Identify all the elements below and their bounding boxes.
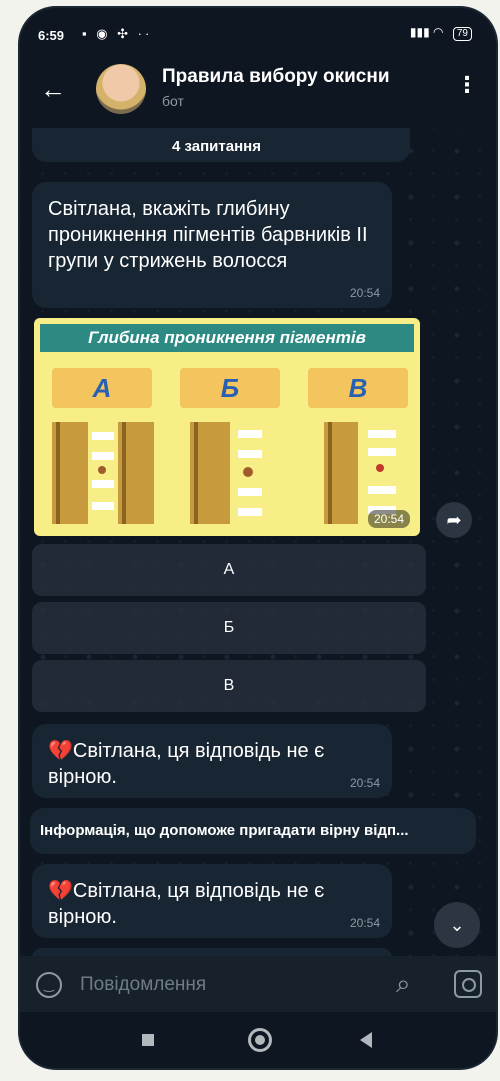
back-arrow-icon[interactable]: ← bbox=[40, 74, 66, 105]
image-option-c: В bbox=[308, 368, 408, 408]
message-input-bar: ‿ Повідомлення ⌕ bbox=[20, 956, 496, 1012]
message-time: 20:54 bbox=[349, 776, 380, 790]
message-time: 20:54 bbox=[349, 286, 380, 300]
info-text: Інформація, що допоможе пригадати вірну … bbox=[40, 822, 409, 839]
message-bubble: 4 запитання bbox=[32, 128, 410, 162]
nav-back-icon[interactable] bbox=[360, 1032, 372, 1048]
question-text: Світлана, вкажіть глибину проникнення пі… bbox=[48, 198, 368, 272]
battery-icon: 79 bbox=[452, 27, 472, 41]
answer-button-c[interactable]: В bbox=[32, 660, 426, 712]
attach-icon[interactable]: ⌕ bbox=[396, 968, 411, 1000]
image-title: Глибина проникнення пігментів bbox=[40, 324, 414, 352]
message-time: 20:54 bbox=[349, 916, 380, 930]
signal-icon: ▮▮▮ bbox=[409, 25, 430, 39]
status-bar: 6:59 ▪ ◉ ✣ ·· ▮▮▮ ◠ 79 bbox=[20, 8, 496, 58]
answer-button-a[interactable]: А bbox=[32, 544, 426, 596]
system-nav-bar bbox=[20, 1012, 496, 1068]
home-icon[interactable] bbox=[248, 1028, 272, 1052]
message-text: 💔Світлана, ця відповідь не є вірною. bbox=[48, 740, 325, 788]
image-time: 20:54 bbox=[367, 510, 410, 528]
recent-apps-icon[interactable] bbox=[142, 1034, 154, 1046]
status-time: 6:59 bbox=[38, 28, 65, 43]
chat-title[interactable]: Правила вибору окисни bbox=[162, 66, 442, 88]
chat-subtitle: бот bbox=[162, 93, 184, 109]
chat-header: ← Правила вибору окисни бот ⋮ bbox=[20, 58, 496, 128]
scroll-down-icon[interactable]: ⌄ bbox=[434, 902, 480, 948]
camera-icon[interactable] bbox=[454, 970, 482, 998]
avatar[interactable] bbox=[96, 64, 146, 114]
message-input[interactable]: Повідомлення bbox=[80, 974, 206, 996]
image-option-a: А bbox=[52, 368, 152, 408]
system-icons: ▮▮▮ ◠ 79 bbox=[410, 25, 472, 41]
emoji-icon[interactable]: ‿ bbox=[36, 972, 62, 998]
message-bubble: 💔Світлана, ця відповідь не є вірною. 20:… bbox=[32, 724, 392, 798]
message-text: 4 запитання bbox=[172, 138, 261, 155]
answer-button-b[interactable]: Б bbox=[32, 602, 426, 654]
chat-area[interactable]: 4 запитання Світлана, вкажіть глибину пр… bbox=[20, 128, 496, 956]
hair-diagram-c bbox=[324, 422, 396, 524]
message-bubble: 💔Світлана, ця відповідь не є вірною. 20:… bbox=[32, 864, 392, 938]
more-vertical-icon[interactable]: ⋮ bbox=[456, 72, 478, 98]
hair-diagram-b bbox=[190, 422, 262, 524]
message-bubble bbox=[32, 948, 392, 956]
phone-screen: 6:59 ▪ ◉ ✣ ·· ▮▮▮ ◠ 79 ← Правила вибору … bbox=[20, 8, 496, 1068]
info-bubble: Інформація, що допоможе пригадати вірну … bbox=[30, 808, 476, 854]
notification-icons: ▪ ◉ ✣ ·· bbox=[82, 26, 153, 41]
hair-diagram-a bbox=[52, 422, 154, 524]
question-bubble: Світлана, вкажіть глибину проникнення пі… bbox=[32, 182, 392, 308]
question-image[interactable]: Глибина проникнення пігментів А Б В 20:5… bbox=[34, 318, 420, 536]
share-icon[interactable]: ➦ bbox=[436, 502, 472, 538]
image-option-b: Б bbox=[180, 368, 280, 408]
wifi-icon: ◠ bbox=[433, 25, 444, 39]
message-text: 💔Світлана, ця відповідь не є вірною. bbox=[48, 880, 325, 928]
